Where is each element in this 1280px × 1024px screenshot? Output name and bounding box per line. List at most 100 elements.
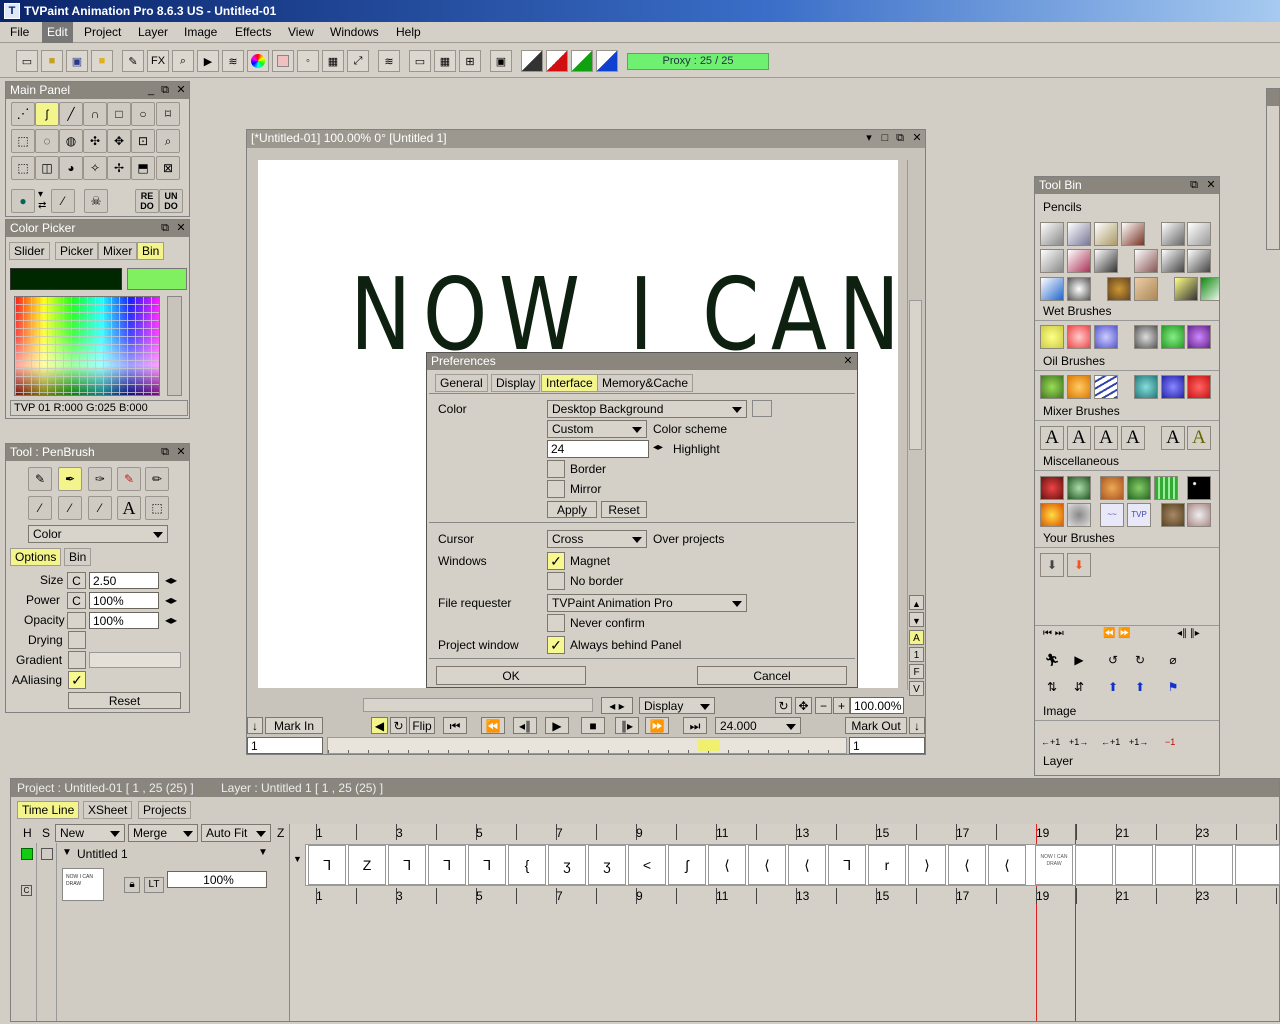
menu-help[interactable]: Help (396, 25, 421, 39)
tab-options[interactable]: Options (10, 548, 62, 566)
frame-cell[interactable] (1235, 845, 1280, 885)
draw-mode-icon[interactable]: ● (11, 189, 35, 213)
pencil-preset-12-icon[interactable] (1187, 249, 1211, 273)
layer-visible-toggle[interactable] (21, 848, 33, 860)
misc-brush-12-icon[interactable] (1187, 503, 1211, 527)
layer-op-1[interactable]: ←+1 (1041, 737, 1060, 747)
fast-forward-icon[interactable]: ⏩ (645, 717, 669, 734)
frame-cell[interactable]: ᒣ (308, 845, 346, 885)
frame-cell[interactable]: < (628, 845, 666, 885)
side-button-1[interactable]: 1 (909, 647, 924, 662)
frame-ruler[interactable] (327, 737, 847, 754)
split-view-icon[interactable]: ⊞ (459, 50, 481, 72)
close-icon[interactable]: ✕ (841, 353, 855, 370)
layer-op-3[interactable]: ←+1 (1101, 737, 1120, 747)
apply-button[interactable]: Apply (547, 501, 597, 518)
pencil-preset-13-icon[interactable] (1040, 277, 1064, 301)
select-freehand-icon[interactable]: ⬚ (11, 129, 35, 153)
color-scheme-select[interactable]: Custom (547, 420, 647, 438)
frame-cell[interactable]: ʒ (548, 845, 586, 885)
wet-brush-6-icon[interactable] (1187, 325, 1211, 349)
select-color-icon[interactable]: ✣ (83, 129, 107, 153)
horizontal-scrollbar[interactable] (363, 698, 593, 712)
restore-icon[interactable]: ⧉ (158, 220, 172, 237)
mixer-brush-4-icon[interactable]: A (1121, 426, 1145, 450)
rotate-icon[interactable]: ↻ (775, 697, 792, 714)
pencil-preset-18-icon[interactable] (1200, 277, 1219, 301)
misc-brush-3-icon[interactable] (1100, 476, 1124, 500)
pencil-preset-11-icon[interactable] (1161, 249, 1185, 273)
pencil-preset-1-icon[interactable] (1040, 222, 1064, 246)
loop-icon[interactable]: ↻ (390, 717, 407, 734)
play-button-icon[interactable]: ▶ (545, 717, 569, 734)
misc-brush-4-icon[interactable] (1127, 476, 1151, 500)
frame-cell-current[interactable]: NOW I CAN DRAW (1035, 845, 1073, 885)
side-button-f[interactable]: F (909, 664, 924, 679)
text-tool-icon[interactable]: A (117, 496, 141, 520)
open-folder-icon[interactable]: ■ (41, 50, 63, 72)
redo-button[interactable]: RE DO (135, 189, 159, 213)
merge-select[interactable]: Merge (128, 824, 198, 842)
menu-file[interactable]: File (10, 25, 29, 39)
tab-picker[interactable]: Picker (55, 242, 99, 260)
frame-cell[interactable] (1075, 845, 1113, 885)
drying-checkbox[interactable] (68, 631, 86, 649)
new-file-icon[interactable]: ▭ (16, 50, 38, 72)
paint-brush-icon[interactable]: ⁄ (28, 496, 52, 520)
frame-cell[interactable] (1195, 845, 1233, 885)
wet-brush-1-icon[interactable] (1040, 325, 1064, 349)
tab-xsheet[interactable]: XSheet (83, 801, 133, 819)
tab-bin[interactable]: Bin (137, 242, 165, 260)
menu-windows[interactable]: Windows (330, 25, 379, 39)
step-forward-icon[interactable]: ∥▸ (615, 717, 639, 734)
color-swatch-button[interactable] (752, 400, 772, 417)
frame-out-field[interactable]: 1 (849, 737, 925, 754)
pencil-preset-4-icon[interactable] (1121, 222, 1145, 246)
layer-options-icon[interactable]: ▼ (258, 847, 268, 858)
rectangle-tool-icon[interactable]: □ (107, 102, 131, 126)
opacity-spin-icon[interactable]: ◂▸ (165, 613, 177, 627)
fill-tool-icon[interactable]: ⌑ (156, 102, 180, 126)
pan-tool-icon[interactable]: ⬒ (131, 156, 155, 180)
menu-project[interactable]: Project (84, 25, 121, 39)
wet-brush-2-icon[interactable] (1067, 325, 1091, 349)
mark-out-arrow-icon[interactable]: ↓ (909, 717, 925, 734)
scroll-thumb[interactable] (909, 300, 922, 450)
ellipse-tool-icon[interactable]: ○ (131, 102, 155, 126)
menu-view[interactable]: View (288, 25, 314, 39)
display-select[interactable]: Display (639, 697, 715, 714)
tab-projects[interactable]: Projects (138, 801, 192, 819)
mixer-brush-6-icon[interactable]: A (1187, 426, 1211, 450)
minimize-icon[interactable]: _ (144, 82, 158, 99)
cancel-button[interactable]: Cancel (697, 666, 847, 685)
frame-cell[interactable] (1155, 845, 1193, 885)
tab-general[interactable]: General (435, 374, 488, 392)
misc-brush-9-icon[interactable]: ~~ (1100, 503, 1124, 527)
gradient-checkbox[interactable] (68, 651, 86, 669)
side-button-a[interactable]: A (909, 630, 924, 645)
zoom-in-icon[interactable]: + (833, 697, 850, 714)
line-tool-icon[interactable]: ╱ (59, 102, 83, 126)
mark-out-button[interactable]: Mark Out (845, 717, 907, 734)
frame-cell[interactable]: ⟩ (908, 845, 946, 885)
zoom-field[interactable]: 100.00% (850, 697, 904, 714)
runner-icon[interactable]: 🏃︎ (1040, 649, 1064, 673)
close-icon[interactable]: ✕ (910, 130, 924, 147)
wet-brush-4-icon[interactable] (1134, 325, 1158, 349)
eyedropper-icon[interactable]: ⁄ (51, 189, 75, 213)
always-behind-checkbox[interactable]: ✓ (547, 636, 565, 654)
close-icon[interactable]: ✕ (174, 220, 188, 237)
frame-cell[interactable]: r (868, 845, 906, 885)
mixer-brush-5-icon[interactable]: A (1161, 426, 1185, 450)
pen-brush-icon[interactable]: ✒ (58, 467, 82, 491)
pencil-preset-8-icon[interactable] (1067, 249, 1091, 273)
menu-effects[interactable]: Effects (235, 25, 271, 39)
frame-cell[interactable]: ⟨ (708, 845, 746, 885)
arrow-up-blue-2-icon[interactable]: ⬆ (1128, 676, 1152, 700)
swatch-icon[interactable] (272, 50, 294, 72)
arrow-up-blue-icon[interactable]: ⬆ (1101, 676, 1125, 700)
border-checkbox[interactable] (547, 460, 565, 478)
restore-icon[interactable]: ⧉ (158, 444, 172, 461)
light-table-button[interactable]: LT (144, 877, 164, 893)
rewind-icon[interactable]: ⏪ (481, 717, 505, 734)
